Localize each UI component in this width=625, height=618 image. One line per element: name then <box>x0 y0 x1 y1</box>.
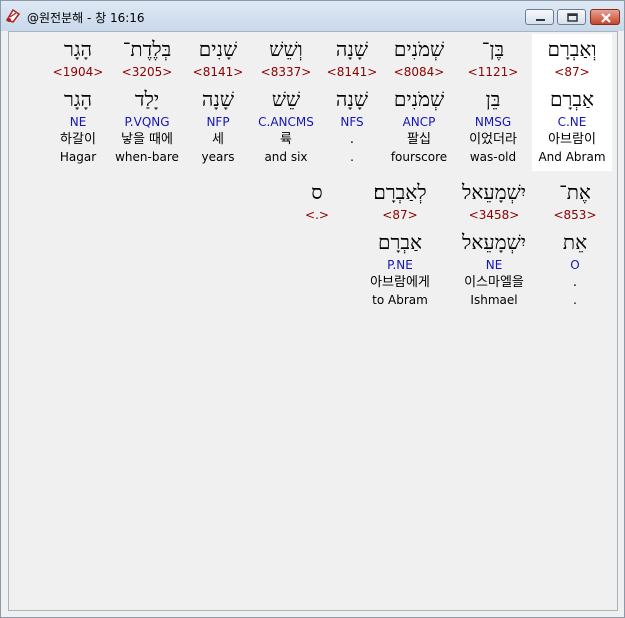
hebrew-word: ס <box>311 180 323 204</box>
strong-number[interactable]: <3458> <box>454 207 534 223</box>
hebrew-word: שָׁנִים <box>198 37 238 61</box>
hebrew-lemma: יִשְׁמָעֵאל <box>462 230 526 254</box>
title-bar[interactable]: @원전분해 - 창 16:16 <box>1 1 624 31</box>
english-gloss: And Abram <box>538 150 606 164</box>
word-cell[interactable]: אֶת־ <853> אֵת O . . <box>535 177 615 307</box>
hebrew-lemma: יָלַד <box>134 87 160 111</box>
strong-number[interactable]: <853> <box>535 207 615 223</box>
korean-gloss: 아브람에게 <box>370 275 430 290</box>
maximize-button[interactable] <box>557 9 586 25</box>
morph-code: C.ANCMS <box>258 115 314 129</box>
hebrew-word: בֶּן־ <box>481 37 505 61</box>
korean-gloss: 세 <box>212 132 224 147</box>
hebrew-word: הָגָר <box>64 37 92 61</box>
english-gloss: and six <box>264 150 308 164</box>
morph-code: P.VQNG <box>124 115 170 129</box>
hebrew-word: וְאַבְרָם <box>547 37 597 61</box>
english-gloss: to Abram <box>372 293 428 307</box>
korean-gloss: . <box>572 275 578 290</box>
close-icon <box>601 13 611 23</box>
hebrew-word: אֶת־ <box>559 180 591 204</box>
word-cell[interactable]: וְאַבְרָם <87> אַבְרָם C.NE 아브람이 And Abr… <box>532 34 612 171</box>
interlinear-panel[interactable]: וְאַבְרָם <87> אַבְרָם C.NE 아브람이 And Abr… <box>8 31 618 611</box>
korean-gloss: 아브람이 <box>548 132 596 147</box>
strong-number[interactable]: <1121> <box>453 64 533 80</box>
strong-number[interactable]: <8337> <box>246 64 326 80</box>
maximize-icon <box>567 13 578 22</box>
hebrew-lemma: שָׁנָה <box>201 87 235 111</box>
hebrew-word: וְשֵׁשׁ <box>269 37 303 61</box>
english-gloss: . <box>573 293 577 307</box>
hebrew-lemma: אַבְרָם <box>550 87 594 111</box>
hebrew-lemma: בֵּן <box>485 87 501 111</box>
morph-code: C.NE <box>557 115 587 129</box>
hebrew-word: לְאַבְרָם׃ <box>373 180 427 204</box>
strong-number[interactable]: <.> <box>295 207 339 223</box>
word-cell[interactable]: בֶּן־ <1121> בֵּן NMSG 이었더라 was-old <box>453 34 533 164</box>
korean-gloss: 이었더라 <box>469 132 517 147</box>
strong-number[interactable]: <87> <box>532 64 612 80</box>
english-gloss: when-bare <box>115 150 179 164</box>
minimize-icon <box>536 19 545 21</box>
word-cell[interactable]: שָׁנִים <8141> שָׁנָה NFP 세 years <box>178 34 258 164</box>
korean-gloss: 하갈이 <box>60 132 96 147</box>
word-cell[interactable]: לְאַבְרָם׃ <87> אַבְרָם P.NE 아브람에게 to Ab… <box>360 177 440 307</box>
window-title: @원전분해 - 창 16:16 <box>27 11 145 25</box>
word-cell[interactable]: ס <.> <box>295 177 339 223</box>
strong-number[interactable]: <1904> <box>38 64 118 80</box>
word-cell[interactable]: וְשֵׁשׁ <8337> שֵׁשׁ C.ANCMS 륙 and six <box>246 34 326 164</box>
strong-number[interactable]: <3205> <box>107 64 187 80</box>
english-gloss: Ishmael <box>470 293 518 307</box>
strong-number[interactable]: <87> <box>360 207 440 223</box>
app-logo-icon <box>5 8 21 23</box>
minimize-button[interactable] <box>525 9 554 25</box>
english-gloss: was-old <box>469 150 517 164</box>
morph-code: NE <box>485 258 503 272</box>
word-cell[interactable]: הָגָר <1904> הָגָר NE 하갈이 Hagar <box>38 34 118 164</box>
morph-code: P.NE <box>387 258 413 272</box>
morph-code: O <box>570 258 580 272</box>
english-gloss: Hagar <box>59 150 97 164</box>
word-cell[interactable]: בְּלֶדֶת־ <3205> יָלַד P.VQNG 낳을 때에 when… <box>107 34 187 164</box>
english-gloss: years <box>201 150 235 164</box>
app-window: @원전분해 - 창 16:16 וְאַבְרָם <87> אַבְרָם C… <box>0 0 625 618</box>
hebrew-lemma: אֵת <box>562 230 588 254</box>
hebrew-word: בְּלֶדֶת־ <box>122 37 172 61</box>
word-cell[interactable]: יִשְׁמָעֵאל <3458> יִשְׁמָעֵאל NE 이스마엘을 … <box>454 177 534 307</box>
strong-number[interactable]: <8141> <box>178 64 258 80</box>
korean-gloss: 낳을 때에 <box>121 132 173 147</box>
hebrew-lemma: שֵׁשׁ <box>271 87 301 111</box>
morph-code: NE <box>69 115 87 129</box>
close-button[interactable] <box>590 9 620 25</box>
korean-gloss: 륙 <box>280 132 292 147</box>
korean-gloss: 이스마엘을 <box>464 275 524 290</box>
morph-code: NMSG <box>474 115 512 129</box>
hebrew-lemma: אַבְרָם <box>378 230 422 254</box>
hebrew-word: יִשְׁמָעֵאל <box>462 180 526 204</box>
hebrew-lemma: הָגָר <box>64 87 92 111</box>
morph-code: NFP <box>206 115 230 129</box>
